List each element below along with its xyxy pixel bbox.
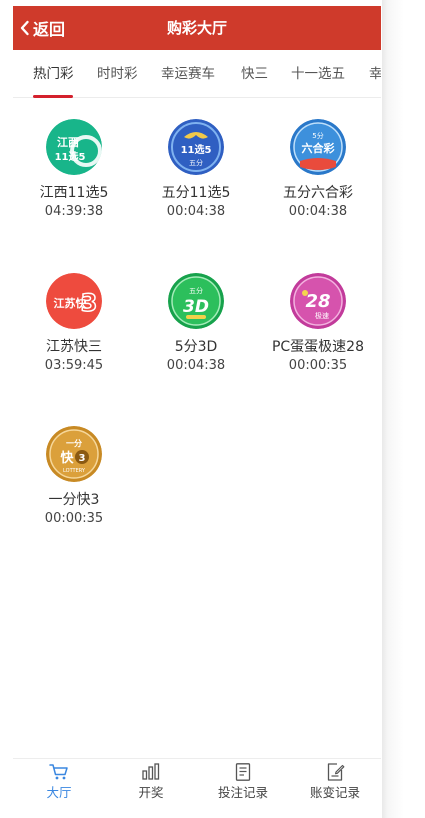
edit-document-icon <box>289 763 381 781</box>
game-wufen-11x5[interactable]: 11选5 五分 五分11选5 00:04:38 <box>135 119 257 220</box>
svg-text:11选5: 11选5 <box>181 143 212 156</box>
tab-kuai3[interactable]: 快三 <box>241 50 268 97</box>
svg-text:5分: 5分 <box>312 131 323 140</box>
document-icon <box>197 763 289 781</box>
pc-dandan-28-logo-icon: 28 极速 <box>290 273 346 329</box>
game-countdown: 00:04:38 <box>166 358 226 373</box>
category-tabs: 热门彩 时时彩 幸运赛车 快三 十一选五 幸 <box>13 50 381 98</box>
svg-text:江西: 江西 <box>57 135 79 149</box>
game-yifen-kuai3[interactable]: 一分 快 3 LOTTERY 一分快3 00:00:35 <box>13 426 135 527</box>
cart-icon <box>13 763 105 781</box>
svg-text:五分: 五分 <box>189 286 203 295</box>
game-jiangxi-11x5[interactable]: 江西 11选5 江西11选5 04:39:38 <box>13 119 135 220</box>
svg-text:3: 3 <box>81 289 98 317</box>
game-countdown: 00:04:38 <box>288 204 348 219</box>
game-countdown: 00:00:35 <box>288 358 348 373</box>
nav-label: 开奖 <box>138 785 164 800</box>
game-name: 一分快3 <box>48 492 100 508</box>
bottom-nav: 大厅 开奖 投注记录 账变记录 <box>13 758 381 802</box>
game-jiangsu-kuai3[interactable]: 江苏快 3 江苏快三 03:59:45 <box>13 273 135 374</box>
svg-text:一分: 一分 <box>66 438 82 448</box>
game-countdown: 03:59:45 <box>44 358 104 373</box>
nav-bet-records[interactable]: 投注记录 <box>197 759 289 802</box>
nav-hall[interactable]: 大厅 <box>13 759 105 802</box>
game-name: 江苏快三 <box>46 339 102 355</box>
active-tab-indicator <box>33 95 73 98</box>
header-bar: 返回 购彩大厅 <box>13 6 381 50</box>
svg-text:五分: 五分 <box>189 158 203 167</box>
lottery-hall-app: 返回 购彩大厅 热门彩 时时彩 幸运赛车 快三 十一选五 幸 江西 11选5 江… <box>13 6 381 802</box>
svg-text:LOTTERY: LOTTERY <box>63 468 86 474</box>
page-side-shadow <box>382 0 425 818</box>
svg-text:3D: 3D <box>183 297 209 317</box>
game-wufen-liuhecai[interactable]: 5分 六合彩 五分六合彩 00:04:38 <box>257 119 379 220</box>
svg-text:快: 快 <box>60 450 74 466</box>
game-countdown: 04:39:38 <box>44 204 104 219</box>
yifen-kuai3-logo-icon: 一分 快 3 LOTTERY <box>46 426 102 482</box>
tab-11-choose-5[interactable]: 十一选五 <box>291 50 345 97</box>
game-name: 5分3D <box>174 339 218 355</box>
wufen-liuhecai-logo-icon: 5分 六合彩 <box>290 119 346 175</box>
game-pc-dandan-28[interactable]: 28 极速 PC蛋蛋极速28 00:00:35 <box>257 273 379 374</box>
wufen-3d-logo-icon: 五分 3D <box>168 273 224 329</box>
nav-label: 大厅 <box>46 785 72 800</box>
jiangsu-kuai3-logo-icon: 江苏快 3 <box>46 273 102 329</box>
svg-text:极速: 极速 <box>315 311 329 320</box>
tab-shishicai[interactable]: 时时彩 <box>97 50 138 97</box>
tab-hot[interactable]: 热门彩 <box>33 50 74 97</box>
tab-lucky-racing[interactable]: 幸运赛车 <box>161 50 215 97</box>
game-name: 江西11选5 <box>39 185 109 201</box>
game-name: 五分六合彩 <box>283 185 353 201</box>
svg-text:28: 28 <box>305 291 330 312</box>
game-name: 五分11选5 <box>161 185 231 201</box>
game-wufen-3d[interactable]: 五分 3D 5分3D 00:04:38 <box>135 273 257 374</box>
wufen-11x5-logo-icon: 11选5 五分 <box>168 119 224 175</box>
tab-lucky-overflow[interactable]: 幸 <box>369 50 381 97</box>
svg-text:六合彩: 六合彩 <box>302 141 335 155</box>
bar-chart-icon <box>105 763 197 781</box>
svg-text:11选5: 11选5 <box>55 150 86 163</box>
svg-text:3: 3 <box>79 453 86 464</box>
game-name: PC蛋蛋极速28 <box>271 339 365 355</box>
jiangxi-11x5-logo-icon: 江西 11选5 <box>46 119 102 175</box>
nav-label: 投注记录 <box>217 785 268 800</box>
page-title: 购彩大厅 <box>166 19 227 37</box>
nav-draw-results[interactable]: 开奖 <box>105 759 197 802</box>
nav-account-changes[interactable]: 账变记录 <box>289 759 381 802</box>
game-countdown: 00:04:38 <box>166 204 226 219</box>
nav-label: 账变记录 <box>309 785 360 800</box>
game-countdown: 00:00:35 <box>44 511 104 526</box>
